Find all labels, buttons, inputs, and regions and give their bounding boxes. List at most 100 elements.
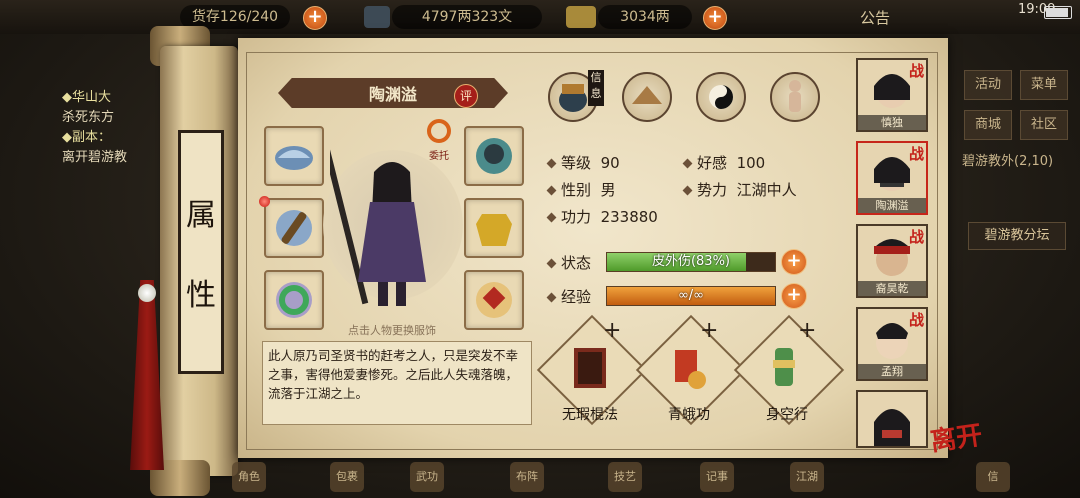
member-name: 裔昊乾 <box>858 281 926 296</box>
community-button[interactable]: 社区 <box>1020 110 1068 140</box>
location-label: 碧游教外(2,10) <box>962 154 1054 169</box>
gender-value: 男 <box>600 181 616 199</box>
quest-line: ◆华山大 <box>62 90 111 105</box>
equip-slot-accessory[interactable] <box>464 270 524 330</box>
quest-line: 离开碧游教 <box>62 150 128 165</box>
battle-tag: 战 <box>908 228 924 246</box>
armor-icon <box>476 214 512 246</box>
skill-add-icon[interactable]: + <box>798 318 816 343</box>
bottom-menu-item[interactable]: 技艺 <box>608 462 642 492</box>
diamond-icon <box>546 185 557 196</box>
status-label-row: 状态 <box>546 252 591 273</box>
equip-slot-weapon[interactable] <box>264 198 324 258</box>
power-label: 功力 <box>561 208 592 226</box>
silver-icon <box>364 6 390 28</box>
party-member[interactable]: 战 裔昊乾 <box>856 224 928 298</box>
party-member[interactable]: 战 孟翔 <box>856 307 928 381</box>
bottom-menu-item[interactable]: 记事 <box>700 462 734 492</box>
level-label: 等级 <box>561 154 592 172</box>
meridian-figure-icon <box>789 80 801 112</box>
evaluate-button[interactable]: 评 <box>454 84 478 108</box>
diamond-icon <box>682 185 693 196</box>
bag-add-button[interactable]: + <box>303 6 327 30</box>
exp-label: 经验 <box>561 288 592 306</box>
bracelet-icon <box>276 282 312 318</box>
gold-amount: 3034两 <box>598 5 692 29</box>
favor-label: 好感 <box>697 154 728 172</box>
shop-button[interactable]: 商城 <box>964 110 1012 140</box>
hat-icon <box>275 146 313 170</box>
info-tab-label: 信息 <box>588 70 604 106</box>
silver-amount: 4797两323文 <box>392 5 542 29</box>
scroll-bundle-icon <box>675 350 706 389</box>
entrust-button[interactable]: 委托 <box>422 118 456 162</box>
attribute-tab-label: 属 性 <box>178 130 224 374</box>
hat-box-icon <box>632 86 662 104</box>
battle-tag: 战 <box>908 311 924 329</box>
notice-dot <box>259 196 270 207</box>
chat-button[interactable]: 信 <box>976 462 1010 492</box>
cycle-icon <box>427 119 451 143</box>
quest-tracker[interactable]: ◆华山大 杀死东方 ◆副本： 离开碧游教 <box>62 88 162 168</box>
status-bar: 皮外伤(83%) <box>606 252 776 272</box>
location-sub[interactable]: 碧游教分坛 <box>968 222 1066 250</box>
change-outfit-hint: 点击人物更换服饰 <box>348 324 436 337</box>
quest-line: 杀死东方 <box>62 110 115 125</box>
book-icon <box>574 348 606 388</box>
diamond-icon <box>546 158 557 169</box>
stat-gender: 性别 男 <box>546 179 616 200</box>
tab-bagua[interactable] <box>696 72 746 122</box>
faction-value: 江湖中人 <box>736 181 797 199</box>
exp-add-button[interactable]: + <box>781 283 807 309</box>
heal-button[interactable]: + <box>781 249 807 275</box>
diamond-icon <box>546 212 557 223</box>
yin-yang-icon <box>709 85 733 109</box>
exp-text: ∞/∞ <box>677 288 705 303</box>
equip-slot-ring[interactable] <box>264 270 324 330</box>
member-name: 陶渊溢 <box>858 198 926 213</box>
equip-slot-mask[interactable] <box>464 126 524 186</box>
diamond-icon <box>546 258 557 269</box>
bottom-menu-item[interactable]: 江湖 <box>790 462 824 492</box>
menu-button[interactable]: 菜单 <box>1020 70 1068 100</box>
party-member[interactable] <box>856 390 928 448</box>
member-portrait <box>874 409 910 446</box>
knot-charm-icon <box>476 282 512 318</box>
member-name: 慎独 <box>858 115 926 130</box>
stat-favor: 好感 100 <box>682 152 766 173</box>
tab-equipment[interactable] <box>622 72 672 122</box>
skill-add-icon[interactable]: + <box>700 318 718 343</box>
skill-name-2: 青蛾功 <box>668 407 710 423</box>
quest-line: ◆副本： <box>62 130 111 145</box>
equip-slot-hat[interactable] <box>264 126 324 186</box>
skill-name-3: 身空行 <box>766 407 808 423</box>
character-description: 此人原乃司圣贤书的赶考之人，只是突发不幸之事，害得他爱妻惨死。之后此人失魂落魄，… <box>268 348 519 401</box>
entrust-label: 委托 <box>429 151 449 162</box>
tab-char: 属 <box>186 198 216 233</box>
activity-button[interactable]: 活动 <box>964 70 1012 100</box>
bottom-menu-item[interactable]: 角色 <box>232 462 266 492</box>
status-text: 皮外伤(83%) <box>651 254 731 269</box>
bottom-menu-item[interactable]: 布阵 <box>510 462 544 492</box>
party-member-selected[interactable]: 战 陶渊溢 <box>856 141 928 215</box>
gold-add-button[interactable]: + <box>703 6 727 30</box>
battery-icon <box>1044 6 1072 19</box>
level-value: 90 <box>600 154 620 172</box>
favor-value: 100 <box>736 154 766 172</box>
tab-body[interactable] <box>770 72 820 122</box>
bottom-menu-item[interactable]: 武功 <box>410 462 444 492</box>
skill-add-icon[interactable]: + <box>603 318 621 343</box>
gender-label: 性别 <box>561 181 592 199</box>
mask-icon <box>476 138 512 174</box>
party-member[interactable]: 战 慎独 <box>856 58 928 132</box>
stat-power: 功力 233880 <box>546 206 658 227</box>
leave-button[interactable]: 离开 <box>928 415 985 459</box>
bottom-menu-item[interactable]: 包裹 <box>330 462 364 492</box>
tassel-bead <box>138 284 156 302</box>
staff-icon <box>276 210 312 246</box>
equip-slot-armor[interactable] <box>464 198 524 258</box>
power-value: 233880 <box>600 208 658 226</box>
battle-tag: 战 <box>908 145 924 163</box>
announce-button[interactable]: 公告 <box>860 7 890 28</box>
scroll-icon <box>773 348 795 386</box>
